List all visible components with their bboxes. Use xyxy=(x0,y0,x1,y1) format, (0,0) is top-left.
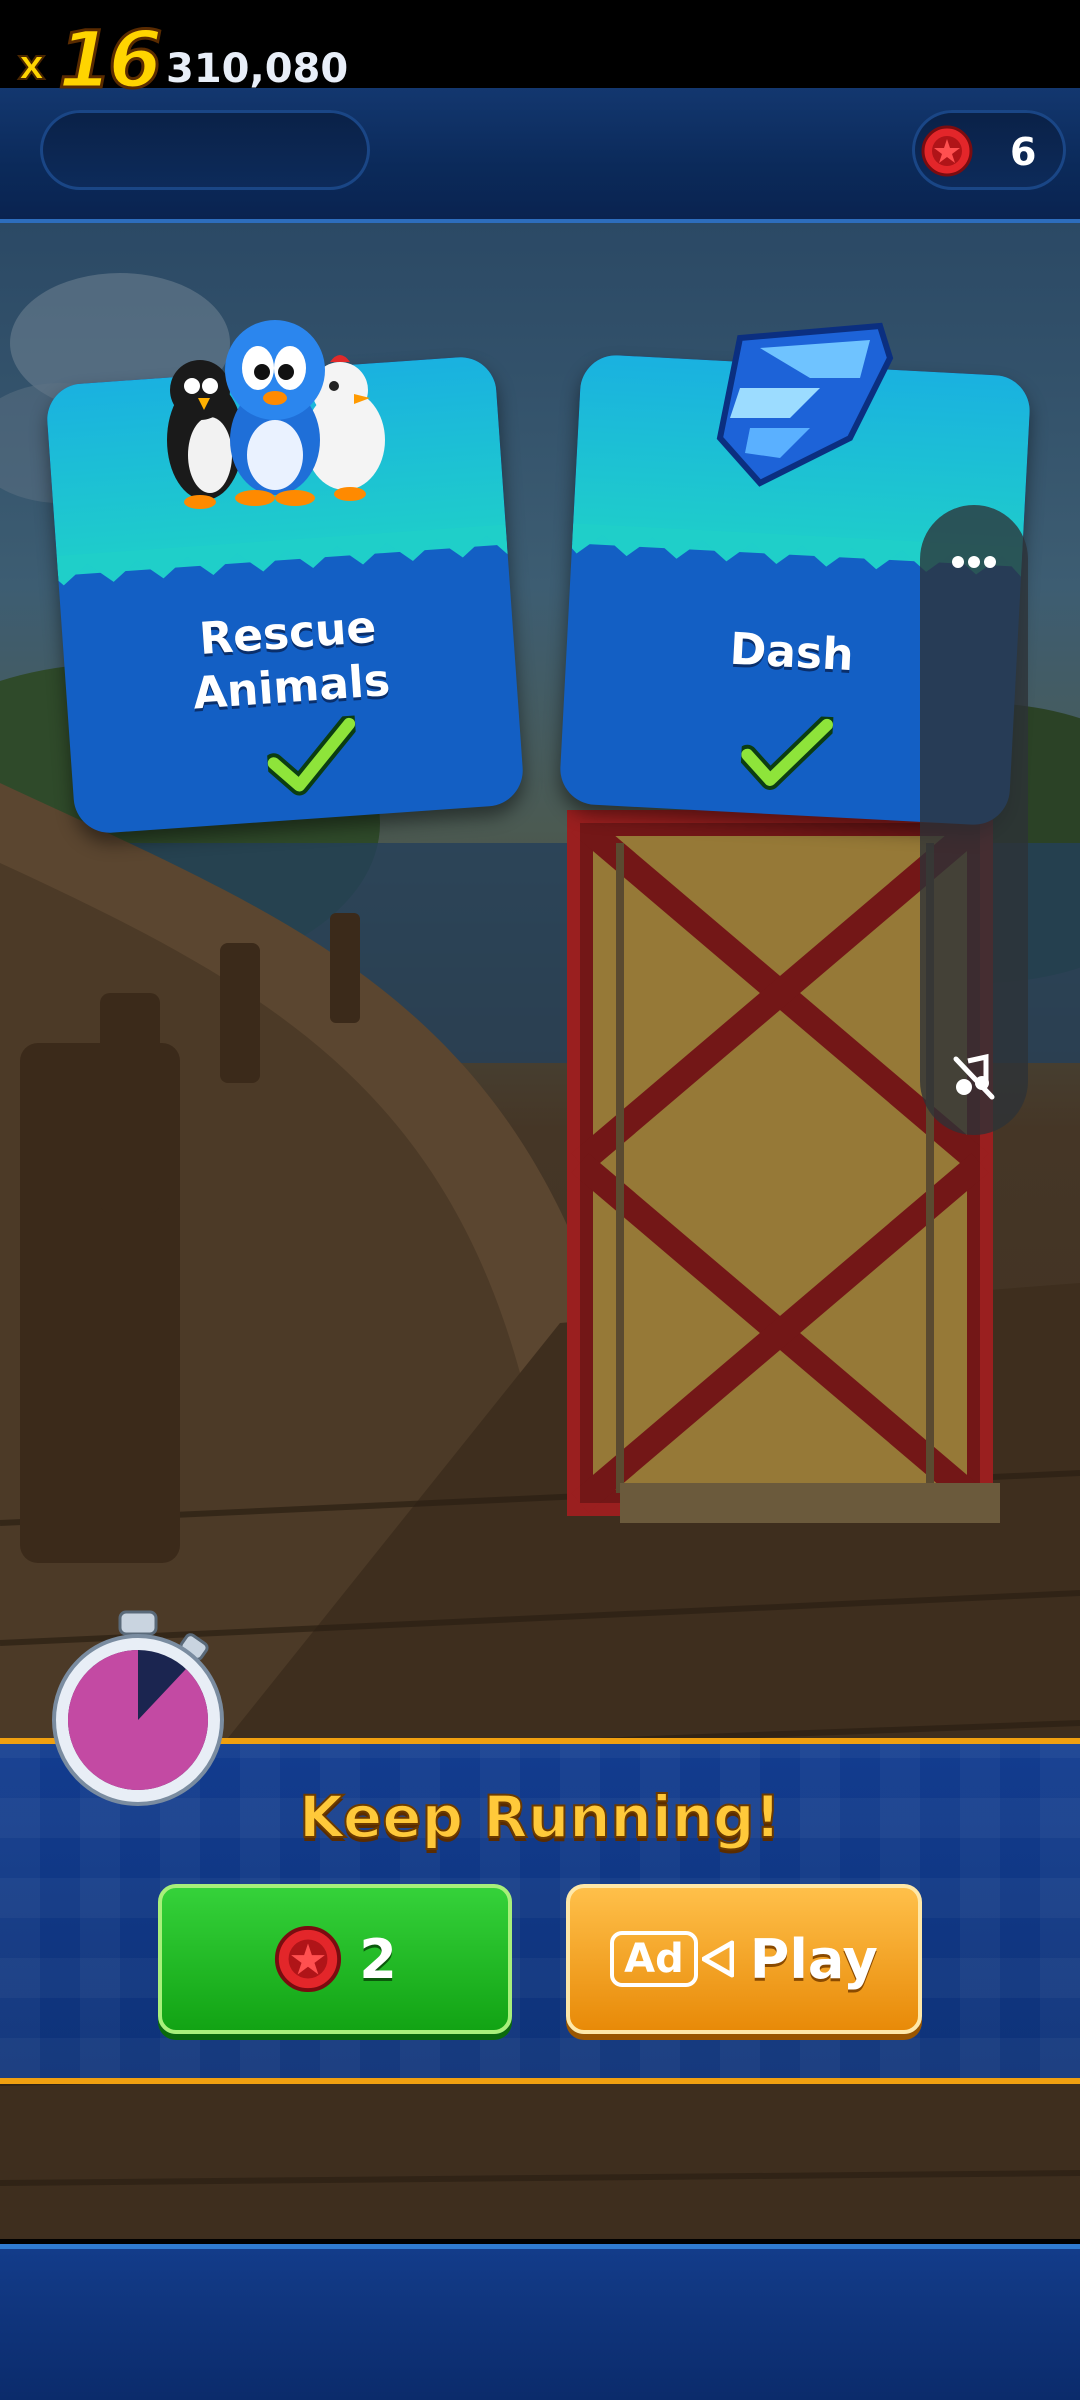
stopwatch-timer-icon xyxy=(52,1610,224,1806)
floating-side-panel xyxy=(920,505,1028,1135)
timer-remaining-wedge xyxy=(68,1650,209,1790)
checkmark-icon xyxy=(264,715,360,796)
ad-play-label: Play xyxy=(749,1927,878,1991)
ring-cost: 2 xyxy=(359,1927,397,1991)
red-star-ring-icon xyxy=(275,1925,342,1993)
multiplier-prefix: x xyxy=(17,39,46,90)
score-value: 310,080 xyxy=(166,46,349,92)
status-bar xyxy=(0,0,1080,88)
score-pill xyxy=(40,110,370,190)
ad-camera-icon: Ad xyxy=(610,1931,734,1987)
more-dots-icon[interactable] xyxy=(952,555,996,569)
checkmark-icon xyxy=(739,714,834,790)
animal-friends-icon xyxy=(167,320,385,509)
mute-icon[interactable] xyxy=(950,1053,998,1101)
score-multiplier: 16 xyxy=(57,15,165,108)
red-star-ring-icon xyxy=(921,125,973,177)
red-ring-count: 6 xyxy=(1010,130,1037,174)
bottom-bar xyxy=(0,2244,1080,2400)
top-hud xyxy=(0,88,1080,223)
continue-with-rings-button[interactable]: 2 xyxy=(158,1884,512,2034)
blue-crystal-icon xyxy=(716,322,894,487)
watch-ad-button[interactable]: Ad Play xyxy=(566,1884,922,2034)
keep-running-title: Keep Running! xyxy=(298,1782,782,1852)
ad-badge: Ad xyxy=(610,1931,698,1987)
